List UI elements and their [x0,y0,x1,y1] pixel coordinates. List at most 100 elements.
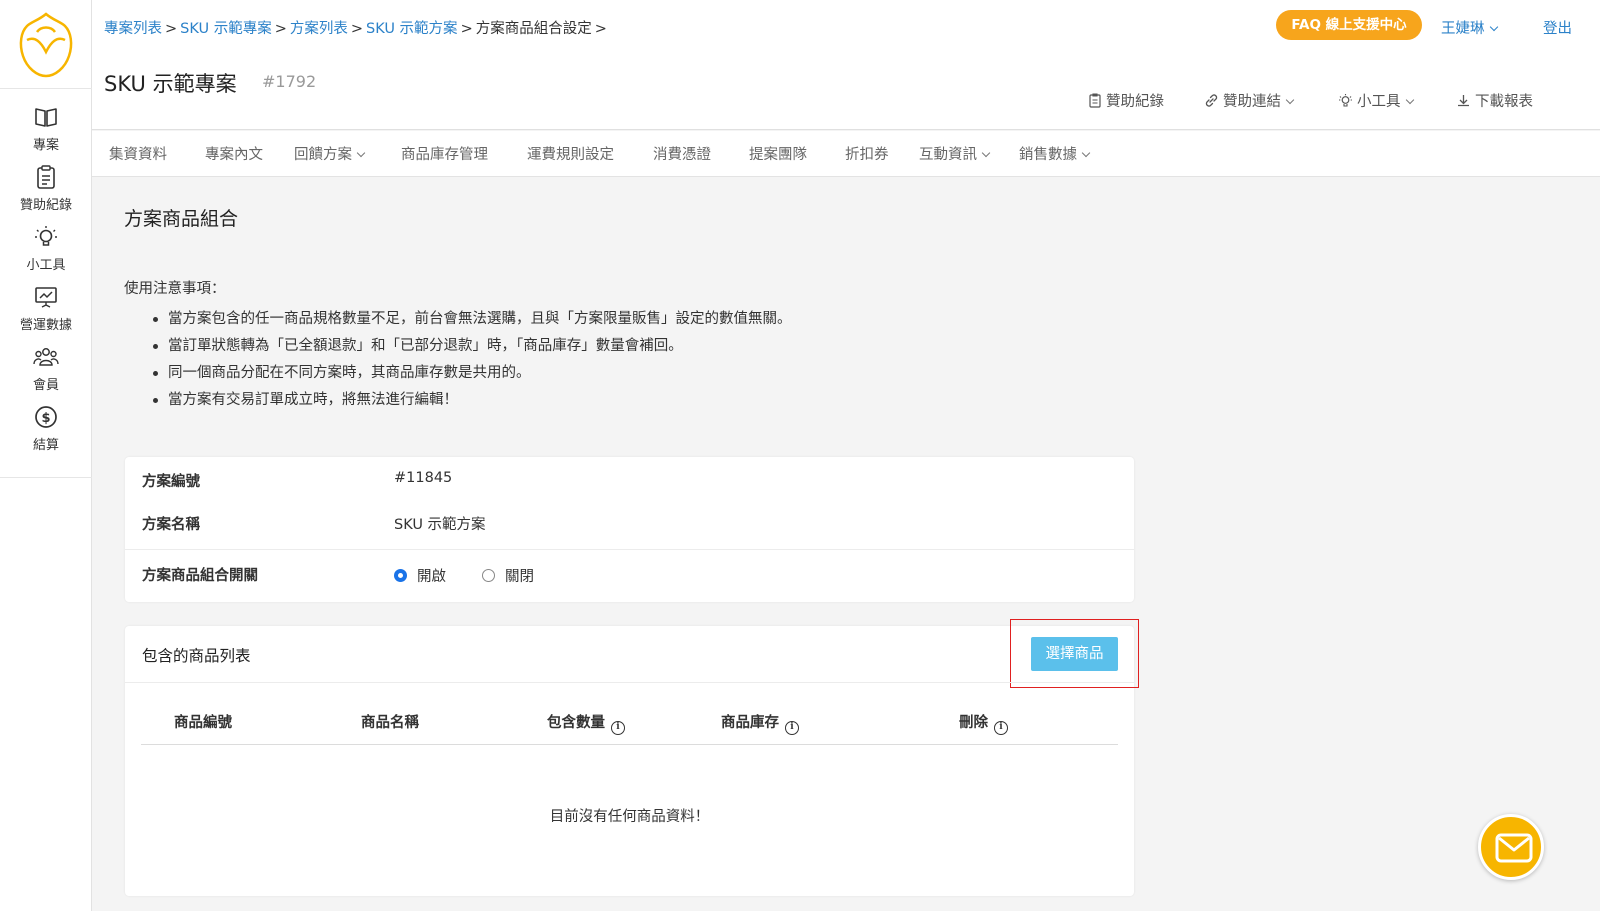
notes-title: 使用注意事項： [124,281,226,297]
radio-selected-icon [394,569,407,582]
select-products-button[interactable]: 選擇商品 [1031,637,1118,671]
breadcrumb-link[interactable]: SKU 示範專案 [180,21,272,37]
clipboard-icon [37,165,55,189]
sidebar-item-settlement[interactable]: $ 結算 [0,404,92,464]
tab-label: 互動資訊 [919,147,977,163]
header: 專案列表 > SKU 示範專案 > 方案列表 > SKU 示範方案 > 方案商品組合設定 > SK… [92,0,1600,130]
chevron-down-icon [981,148,991,158]
breadcrumb-link[interactable]: SKU 示範方案 [366,21,458,37]
sidebar-item-label: 小工具 [26,258,66,273]
radio-off[interactable]: 關閉 [482,565,534,586]
plan-number-value: #11845 [394,470,453,486]
chevron-right-icon: > [274,21,287,37]
tab-inventory[interactable]: 商品庫存管理 [401,143,488,164]
project-id: #1792 [262,72,317,91]
tab-project-content[interactable]: 專案內文 [205,143,263,164]
tool-label: 贊助紀錄 [1106,94,1164,110]
chevron-down-icon [1405,95,1414,105]
sidebar-divider [0,88,92,89]
logo-icon[interactable] [17,12,75,78]
sidebar-item-sponsor-records[interactable]: 贊助紀錄 [0,164,92,224]
column-header-stock: 商品庫存 i [721,711,799,735]
breadcrumb-current: 方案商品組合設定 [475,21,592,37]
chevron-right-icon: > [350,21,364,37]
column-header-product-name: 商品名稱 [361,715,419,731]
sidebar-item-label: 贊助紀錄 [19,198,72,213]
column-header-quantity: 包含數量 i [547,711,625,735]
info-icon[interactable]: i [994,721,1008,735]
chart-board-icon [35,287,57,308]
tab-sales-data[interactable]: 銷售數據 [1019,143,1091,164]
sidebar-item-analytics[interactable]: 營運數據 [0,284,92,344]
tab-funding-info[interactable]: 集資資料 [109,143,167,164]
tab-reward-plans[interactable]: 回饋方案 [294,143,366,164]
note-item: 當方案有交易訂單成立時，將無法進行編輯！ [150,391,792,418]
chevron-down-icon [356,148,366,158]
notes-list: 當方案包含的任一商品規格數量不足，前台會無法選購，且與「方案限量販售」設定的數值… [150,310,792,418]
sidebar-item-label: 會員 [32,378,59,393]
info-icon[interactable]: i [611,721,625,735]
plan-name-label: 方案名稱 [142,517,200,533]
lightbulb-icon [1339,94,1352,107]
column-label: 包含數量 [547,715,605,731]
svg-text:$: $ [41,411,50,426]
download-icon [1458,95,1469,107]
sponsor-links-button[interactable]: 贊助連結 [1204,90,1295,111]
info-icon[interactable]: i [785,721,799,735]
note-item: 同一個商品分配在不同方案時，其商品庫存數是共用的。 [150,364,792,391]
sidebar-item-projects[interactable]: 專案 [0,104,92,164]
radio-label: 關閉 [505,569,534,585]
product-list-title: 包含的商品列表 [142,647,251,665]
tab-interactions[interactable]: 互動資訊 [919,143,991,164]
column-header-delete: 刪除 i [959,711,1008,735]
divider [125,549,1134,550]
tab-label: 回饋方案 [294,147,352,163]
column-label: 刪除 [959,715,988,731]
breadcrumb-link[interactable]: 專案列表 [104,21,162,37]
tool-label: 小工具 [1357,94,1401,110]
radio-unselected-icon [482,569,495,582]
column-label: 商品庫存 [721,715,779,731]
faq-button[interactable]: FAQ 線上支援中心 [1276,10,1422,40]
radio-on[interactable]: 開啟 [394,565,446,586]
chevron-down-icon [1285,95,1295,105]
page-title: SKU 示範專案 [104,72,237,96]
table-divider [141,744,1118,745]
user-menu[interactable]: 王婕琳 [1441,17,1498,38]
book-icon [35,108,57,127]
radio-label: 開啟 [417,569,446,585]
section-title: 方案商品組合 [124,208,239,230]
chevron-right-icon: > [165,21,178,37]
column-header-product-no: 商品編號 [174,715,232,731]
tab-receipts[interactable]: 消費憑證 [653,143,711,164]
dollar-icon: $ [35,406,57,428]
note-item: 當訂單狀態轉為「已全額退款」和「已部分退款」時，「商品庫存」數量會補回。 [150,337,792,364]
sponsor-records-button[interactable]: 贊助紀錄 [1088,90,1164,111]
link-icon [1205,94,1218,107]
empty-state-message: 目前沒有任何商品資料！ [549,809,710,825]
sidebar-item-tools[interactable]: 小工具 [0,224,92,284]
chevron-down-icon [1489,22,1498,32]
clipboard-icon [1089,93,1101,108]
note-item: 當方案包含的任一商品規格數量不足，前台會無法選購，且與「方案限量販售」設定的數值… [150,310,792,337]
breadcrumb: 專案列表 > SKU 示範專案 > 方案列表 > SKU 示範方案 > 方案商品組合設定 > [104,17,610,38]
tool-label: 下載報表 [1475,94,1533,110]
user-name: 王婕琳 [1441,21,1485,37]
sidebar-item-members[interactable]: 會員 [0,344,92,404]
tools-dropdown[interactable]: 小工具 [1338,90,1414,111]
logout-link[interactable]: 登出 [1543,17,1572,38]
sidebar-item-label: 營運數據 [19,318,72,333]
plan-number-label: 方案編號 [142,474,200,490]
tab-label: 銷售數據 [1019,147,1077,163]
download-report-button[interactable]: 下載報表 [1456,90,1533,111]
tab-coupons[interactable]: 折扣券 [845,143,889,164]
sidebar-divider [0,477,92,478]
tab-team[interactable]: 提案團隊 [749,143,807,164]
sidebar-item-label: 結算 [32,438,59,453]
breadcrumb-link[interactable]: 方案列表 [290,21,348,37]
chevron-down-icon [1081,148,1091,158]
chat-button[interactable] [1478,814,1544,880]
sidebar-item-label: 專案 [32,138,59,153]
tab-shipping-rules[interactable]: 運費規則設定 [527,143,614,164]
plan-name-value: SKU 示範方案 [394,517,486,533]
